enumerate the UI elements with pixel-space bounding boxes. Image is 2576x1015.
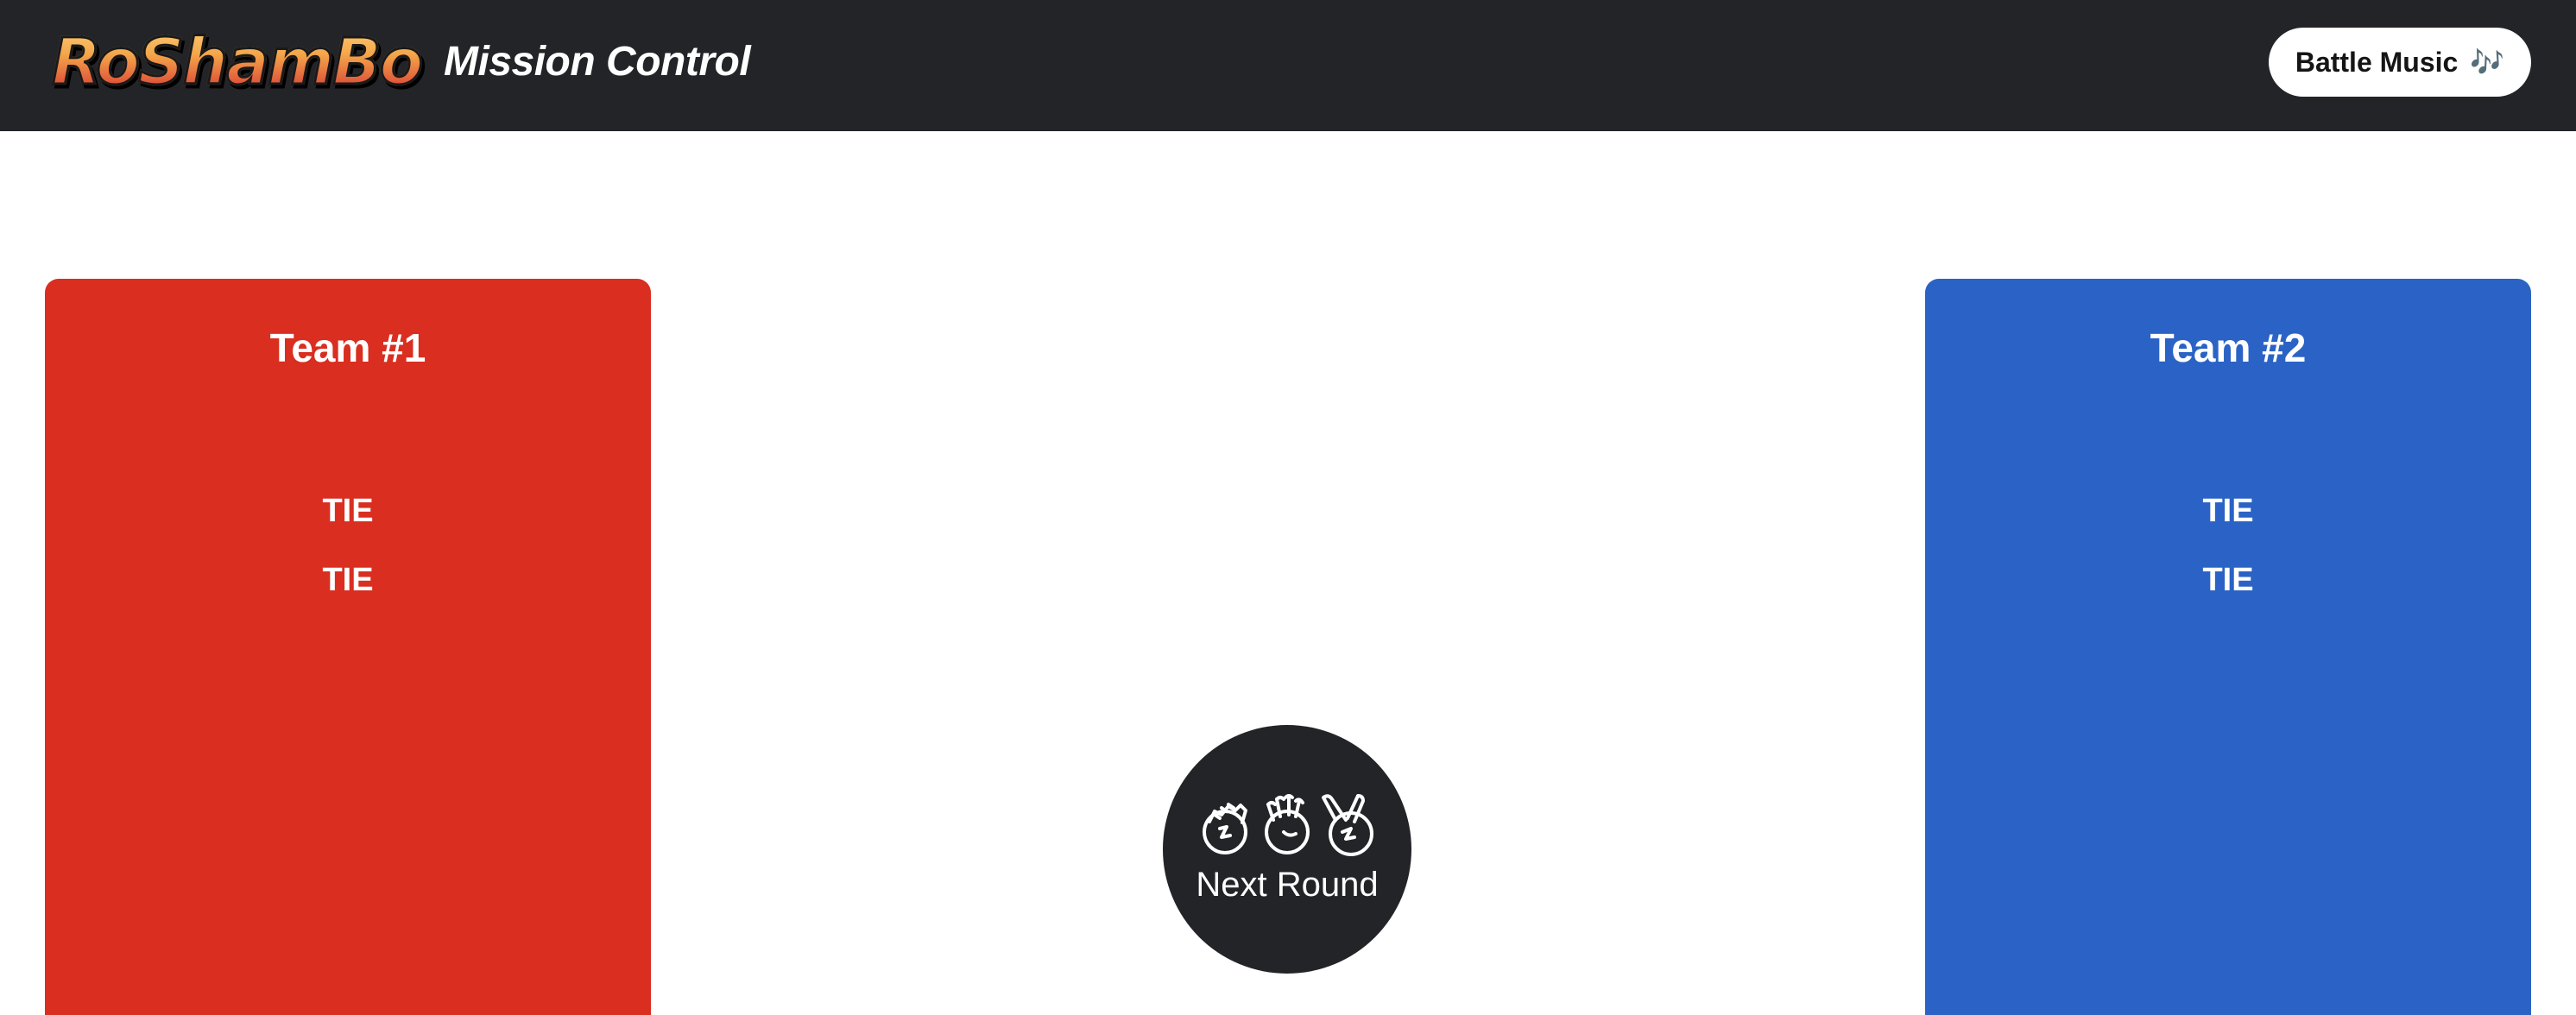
top-bar: RoShamBo Mission Control Battle Music 🎶	[0, 0, 2576, 131]
page-title: Mission Control	[444, 39, 751, 85]
rock-hand-icon	[1203, 803, 1247, 854]
scissors-hand-icon	[1322, 794, 1373, 856]
team-1-result-2: TIE	[322, 562, 374, 598]
team-2-panel: Team #2 TIE TIE	[1925, 279, 2531, 1015]
team-1-name: Team #1	[269, 325, 426, 370]
team-2-result-2: TIE	[2202, 562, 2254, 598]
battle-music-label: Battle Music	[2295, 46, 2459, 78]
roshambo-logo: RoShamBo	[50, 22, 424, 102]
music-note-icon: 🎶	[2470, 46, 2505, 79]
team-2-result-1: TIE	[2202, 493, 2254, 529]
rps-hands-group	[1203, 794, 1373, 856]
next-round-button[interactable]: Next Round	[1163, 725, 1411, 974]
team-2-name: Team #2	[2150, 325, 2307, 370]
battle-music-button[interactable]: Battle Music 🎶	[2269, 28, 2531, 97]
team-1-result-1: TIE	[322, 493, 374, 529]
paper-hand-icon	[1265, 794, 1310, 854]
next-round-label: Next Round	[1196, 866, 1379, 904]
team-1-panel: Team #1 TIE TIE	[45, 279, 651, 1015]
